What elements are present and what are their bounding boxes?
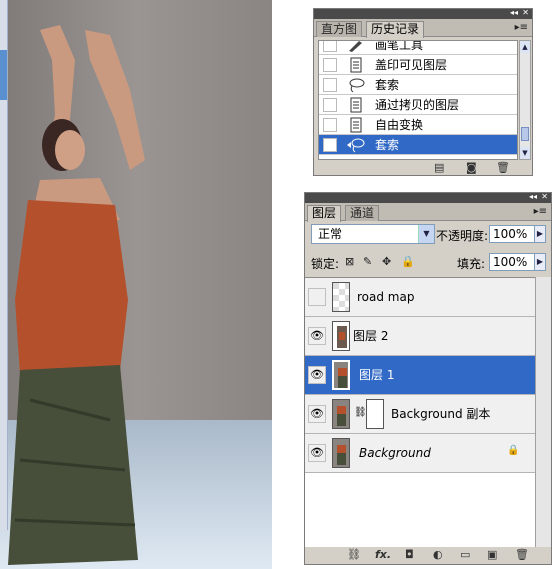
link-icon[interactable]: ⛓ xyxy=(347,548,361,562)
chevron-down-icon[interactable]: ▼ xyxy=(418,225,434,243)
layer-thumbnail xyxy=(332,399,350,429)
document-icon xyxy=(347,117,365,133)
layer-thumbnail xyxy=(332,321,350,351)
collapse-icon[interactable]: ◂◂ xyxy=(529,192,537,202)
window-edge xyxy=(0,0,8,530)
document-icon xyxy=(347,97,365,113)
fill-slider-arrow-icon[interactable]: ▶ xyxy=(534,253,546,271)
folder-icon[interactable]: ▭ xyxy=(460,548,470,562)
lock-position-icon[interactable]: ✥ xyxy=(382,255,391,269)
visibility-toggle[interactable] xyxy=(308,288,326,306)
history-snapshot-checkbox[interactable] xyxy=(323,58,337,72)
lasso-icon xyxy=(347,77,365,93)
layer-row-selected[interactable]: 👁 图层 1 xyxy=(305,356,535,395)
new-layer-icon[interactable]: ▣ xyxy=(487,548,497,562)
panel-menu-icon[interactable]: ▸≡ xyxy=(515,22,528,34)
history-item-selected[interactable]: 套索 xyxy=(319,135,517,155)
layer-row[interactable]: 👁 Background 🔒 xyxy=(305,434,535,473)
layers-titlebar[interactable]: ◂◂ ✕ xyxy=(305,192,551,203)
opacity-slider-arrow-icon[interactable]: ▶ xyxy=(534,225,546,243)
panel-menu-icon[interactable]: ▸≡ xyxy=(534,206,547,218)
layer-list: road map 👁 图层 2 👁 图层 1 👁 ⛓ Background 副本… xyxy=(305,277,535,547)
layer-mask-thumbnail[interactable] xyxy=(366,399,384,429)
history-item[interactable]: 通过拷贝的图层 xyxy=(319,95,517,115)
collapse-icon[interactable]: ◂◂ xyxy=(510,8,518,18)
mask-icon[interactable]: ◘ xyxy=(405,548,414,562)
tab-layers[interactable]: 图层 xyxy=(307,205,342,222)
layer-name: Background xyxy=(359,446,431,460)
tab-histogram[interactable]: 直方图 xyxy=(316,21,363,37)
lock-transparent-pixels-icon[interactable]: ⊠ xyxy=(345,255,354,269)
history-item-label: 自由变换 xyxy=(375,118,424,132)
history-list: 画笔工具 盖印可见图层 套索 通过拷贝的图层 自由变换 套索 xyxy=(318,40,518,160)
close-icon[interactable]: ✕ xyxy=(541,192,548,202)
fx-icon[interactable]: fx. xyxy=(375,548,391,562)
history-snapshot-checkbox[interactable] xyxy=(323,118,337,132)
opacity-input[interactable]: 100% xyxy=(489,225,535,243)
adjustment-icon[interactable]: ◐ xyxy=(433,548,443,562)
blend-mode-value: 正常 xyxy=(318,227,343,241)
scroll-thumb[interactable] xyxy=(521,127,529,141)
fill-label: 填充: xyxy=(457,257,486,271)
layer-thumbnail xyxy=(332,438,350,468)
opacity-label: 不透明度: xyxy=(436,229,489,243)
history-item[interactable]: 套索 xyxy=(319,75,517,95)
history-titlebar[interactable]: ◂◂ ✕ xyxy=(314,8,532,19)
history-footer: ▤ ◙ 🗑 xyxy=(314,161,532,175)
blend-mode-select[interactable]: 正常 ▼ xyxy=(311,224,435,244)
layer-row[interactable]: 👁 图层 2 xyxy=(305,317,535,356)
layer-name: road map xyxy=(357,290,415,304)
history-scrollbar[interactable]: ▲ ▼ xyxy=(519,40,531,160)
layer-name: Background 副本 xyxy=(391,407,491,421)
fill-input[interactable]: 100% xyxy=(489,253,535,271)
eye-icon[interactable]: 👁 xyxy=(308,444,326,462)
scroll-down-icon[interactable]: ▼ xyxy=(520,147,530,159)
history-item-label: 通过拷贝的图层 xyxy=(375,98,460,112)
new-document-from-state-icon[interactable]: ▤ xyxy=(434,161,444,175)
layer-thumbnail xyxy=(332,282,350,312)
layers-tabs: 图层 通道 ▸≡ xyxy=(305,203,551,222)
history-item-label: 盖印可见图层 xyxy=(375,58,448,72)
close-icon[interactable]: ✕ xyxy=(522,8,529,18)
history-snapshot-checkbox[interactable] xyxy=(323,78,337,92)
trash-icon[interactable]: 🗑 xyxy=(496,161,510,175)
chain-link-icon[interactable]: ⛓ xyxy=(354,407,367,418)
layer-row[interactable]: 👁 ⛓ Background 副本 xyxy=(305,395,535,434)
lasso-icon xyxy=(347,137,365,153)
layers-scrollbar[interactable] xyxy=(535,277,551,547)
eye-icon[interactable]: 👁 xyxy=(308,327,326,345)
history-item[interactable]: 自由变换 xyxy=(319,115,517,135)
lock-image-pixels-icon[interactable]: ✎ xyxy=(363,255,372,269)
layers-footer: ⛓ fx. ◘ ◐ ▭ ▣ 🗑 xyxy=(305,548,551,564)
history-item-label: 画笔工具 xyxy=(375,40,424,52)
snapshot-camera-icon[interactable]: ◙ xyxy=(466,161,477,175)
eye-icon[interactable]: 👁 xyxy=(308,366,326,384)
trash-icon[interactable]: 🗑 xyxy=(515,548,529,562)
tab-channels[interactable]: 通道 xyxy=(345,205,380,221)
brush-icon xyxy=(347,41,365,53)
layer-name: 图层 2 xyxy=(353,329,389,343)
history-panel: ◂◂ ✕ 直方图 历史记录 ▸≡ 画笔工具 盖印可见图层 套索 通过拷贝的图层 … xyxy=(313,8,533,176)
document-canvas[interactable] xyxy=(0,0,272,569)
history-tabs: 直方图 历史记录 ▸≡ xyxy=(314,19,532,38)
lock-label: 锁定: xyxy=(311,257,340,271)
lock-all-icon[interactable]: 🔒 xyxy=(401,255,415,269)
tab-history[interactable]: 历史记录 xyxy=(366,21,425,38)
layers-panel: ◂◂ ✕ 图层 通道 ▸≡ 正常 ▼ 不透明度: 100% ▶ 锁定: ⊠ ✎ … xyxy=(304,192,552,565)
layer-thumbnail xyxy=(332,360,350,390)
lock-icon: 🔒 xyxy=(507,445,520,456)
history-snapshot-checkbox[interactable] xyxy=(323,41,337,52)
document-icon xyxy=(347,57,365,73)
history-snapshot-checkbox[interactable] xyxy=(323,98,337,112)
history-item-label: 套索 xyxy=(375,78,400,92)
history-item-label: 套索 xyxy=(375,138,400,152)
layer-name: 图层 1 xyxy=(359,368,395,382)
scroll-up-icon[interactable]: ▲ xyxy=(520,41,530,53)
layer-row[interactable]: road map xyxy=(305,278,535,317)
history-item[interactable]: 盖印可见图层 xyxy=(319,55,517,75)
eye-icon[interactable]: 👁 xyxy=(308,405,326,423)
history-item[interactable]: 画笔工具 xyxy=(319,40,517,55)
photo-dancer xyxy=(0,0,272,569)
history-snapshot-checkbox[interactable] xyxy=(323,138,337,152)
